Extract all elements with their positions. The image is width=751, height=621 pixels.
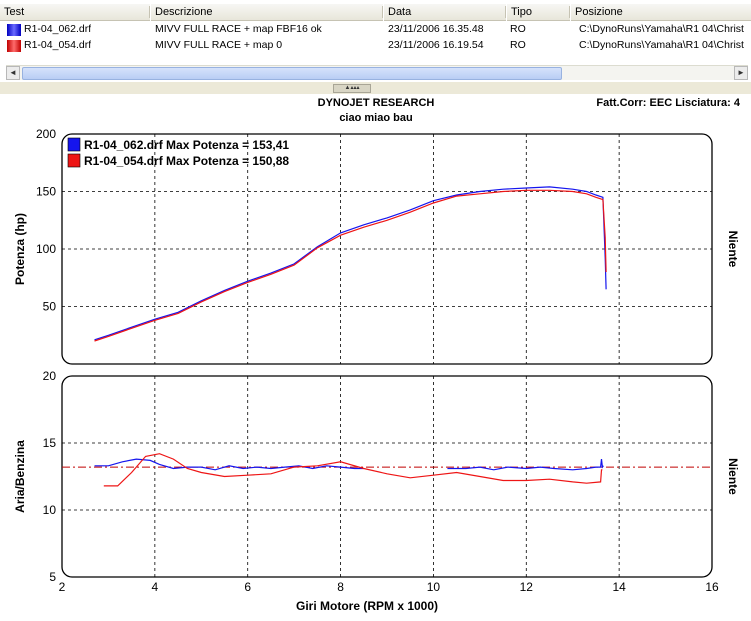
y-tick-label: 50 [43,300,57,314]
legend-entry: R1-04_062.drf Max Potenza = 153,41 [84,138,289,152]
chart-title: DYNOJET RESEARCH [318,97,435,109]
x-tick-label: 14 [612,580,626,594]
run-name: R1-04_062.drf [24,23,92,35]
y-tick-label: 150 [36,185,56,199]
column-header-label: Data [388,6,412,18]
x-tick-label: 8 [337,580,344,594]
right-axis-label: Niente [726,458,740,495]
table-row[interactable]: R1-04_062.drf MIVV FULL RACE + map FBF16… [0,22,751,37]
x-tick-label: 12 [520,580,534,594]
run-type: RO [510,39,526,51]
horizontal-scrollbar[interactable]: ◄ ► [6,65,748,80]
y-axis-label: Aria/Benzina [13,440,27,513]
x-tick-label: 4 [152,580,159,594]
y-tick-label: 200 [36,127,56,141]
chart-panel: DYNOJET RESEARCH ciao miao bau Fatt.Corr… [0,94,751,621]
column-header-label: Posizione [575,6,623,18]
run-path: C:\DynoRuns\Yamaha\R1 04\Christ [579,39,744,51]
scrollbar-thumb[interactable] [22,67,562,80]
column-header-date[interactable]: Data [384,4,506,21]
plot-frame [61,375,713,578]
correction-info: Fatt.Corr: EEC Lisciatura: 4 [596,97,741,109]
x-tick-label: 16 [705,580,719,594]
run-type: RO [510,23,526,35]
y-tick-label: 100 [36,242,56,256]
run-path: C:\DynoRuns\Yamaha\R1 04\Christ [579,23,744,35]
column-header-test[interactable]: Test [0,4,150,21]
run-date: 23/11/2006 16.35.48 [388,23,484,35]
legend-entry: R1-04_054.drf Max Potenza = 150,88 [84,154,289,168]
y-tick-label: 5 [49,570,56,584]
scroll-left-icon[interactable]: ◄ [6,66,20,80]
column-header-description[interactable]: Descrizione [151,4,383,21]
chart-subtitle: ciao miao bau [339,112,412,124]
splitter-grip-icon[interactable]: ▲▴▴▴ [333,84,371,93]
right-axis-label: Niente [726,231,740,268]
column-header-label: Tipo [511,6,532,18]
y-axis-label: Potenza (hp) [13,213,27,285]
run-description: MIVV FULL RACE + map FBF16 ok [155,23,322,35]
table-row[interactable]: R1-04_054.drf MIVV FULL RACE + map 0 23/… [0,38,751,53]
legend-swatch [67,137,81,152]
y-tick-label: 20 [43,369,57,383]
column-header-label: Test [4,6,25,18]
x-tick-label: 6 [244,580,251,594]
legend-swatch [67,153,81,168]
column-header-type[interactable]: Tipo [507,4,570,21]
dyno-chart-svg: DYNOJET RESEARCH ciao miao bau Fatt.Corr… [13,97,741,613]
x-tick-label: 2 [59,580,66,594]
x-tick-label: 10 [427,580,441,594]
y-tick-label: 10 [43,503,57,517]
run-date: 23/11/2006 16.19.54 [388,39,484,51]
scroll-right-icon[interactable]: ► [734,66,748,80]
column-header-position[interactable]: Posizione [571,4,751,21]
run-description: MIVV FULL RACE + map 0 [155,39,283,51]
column-header-label: Descrizione [155,6,213,18]
y-tick-label: 15 [43,436,57,450]
run-color-swatch [7,24,21,36]
run-name: R1-04_054.drf [24,39,92,51]
runs-grid: Test Descrizione Data Tipo Posizione R1-… [0,0,751,83]
run-color-swatch [7,40,21,52]
x-axis-label: Giri Motore (RPM x 1000) [296,599,438,613]
